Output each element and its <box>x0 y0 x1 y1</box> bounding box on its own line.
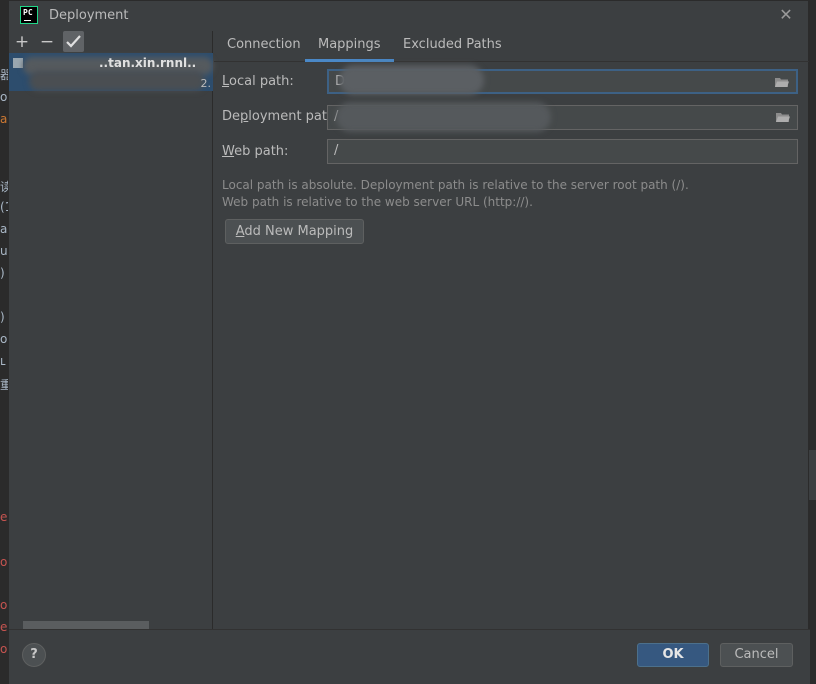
close-icon[interactable]: ✕ <box>776 5 796 25</box>
folder-icon[interactable] <box>775 110 791 124</box>
server-list-panel: + − ..tan.xin.rnnl.. 2. <box>9 31 213 629</box>
deployment-dialog: PC Deployment ✕ + − ..tan.xin.rnnl.. 2. <box>8 0 810 684</box>
background-text: 器 <box>0 68 8 82</box>
window-title: Deployment <box>49 8 129 23</box>
title-bar: PC Deployment ✕ <box>9 1 808 31</box>
web-path-field[interactable]: / <box>327 139 798 164</box>
hint-text-line-2: Web path is relative to the web server U… <box>222 195 533 209</box>
local-path-field[interactable]: D <box>327 65 798 95</box>
background-text: os <box>0 90 8 104</box>
ok-button[interactable]: OK <box>637 643 709 667</box>
checkmark-icon <box>66 35 81 48</box>
server-name: ..tan.xin.rnnl.. <box>99 56 197 70</box>
background-text: ) <box>0 266 5 280</box>
tab-mappings[interactable]: Mappings <box>305 31 394 62</box>
dialog-button-bar: ? OK Cancel <box>9 629 810 684</box>
background-text: (1 <box>0 200 8 214</box>
web-path-value: / <box>334 143 339 158</box>
add-server-icon[interactable]: + <box>12 31 32 53</box>
redacted-area <box>339 65 484 95</box>
background-text: 读 <box>0 180 8 194</box>
background-text: u <box>0 244 8 258</box>
background-text: ou <box>0 332 8 346</box>
cancel-button[interactable]: Cancel <box>720 643 793 667</box>
local-path-label: Local path: <box>222 74 294 89</box>
deployment-path-label: Deployment path: <box>222 109 340 124</box>
tab-bar: Connection Mappings Excluded Paths <box>214 31 809 62</box>
background-text: ar <box>0 112 8 126</box>
deployment-path-field[interactable]: / <box>327 102 798 132</box>
remove-server-icon[interactable]: − <box>37 31 57 53</box>
help-button[interactable]: ? <box>22 643 46 667</box>
horizontal-scrollbar[interactable] <box>23 621 149 629</box>
background-text: or <box>0 598 8 612</box>
background-text: a <box>0 222 8 236</box>
background-editor-right <box>808 450 816 500</box>
background-text: ) <box>0 310 5 324</box>
server-list[interactable]: ..tan.xin.rnnl.. 2. <box>9 53 213 623</box>
web-path-label: Web path: <box>222 144 289 159</box>
server-suffix: 2. <box>200 77 212 90</box>
background-text: e <box>0 510 8 524</box>
hint-text-line-1: Local path is absolute. Deployment path … <box>222 178 689 192</box>
server-icon <box>13 58 23 68</box>
tab-connection[interactable]: Connection <box>214 31 314 62</box>
background-text: or <box>0 555 8 569</box>
background-text: 重 <box>0 378 8 392</box>
redacted-area <box>29 71 205 91</box>
background-editor-left: 器 os ar 读 (1 a u ) ) ou ւ 重 e or or er o… <box>0 0 8 684</box>
pycharm-icon: PC <box>20 6 38 24</box>
add-new-mapping-button[interactable]: Add New Mapping <box>225 219 364 244</box>
set-default-button[interactable] <box>63 31 84 52</box>
background-text: ւ <box>0 354 6 368</box>
folder-icon[interactable] <box>774 75 790 89</box>
tab-excluded-paths[interactable]: Excluded Paths <box>390 31 515 62</box>
background-text: er <box>0 620 8 634</box>
server-list-item[interactable]: ..tan.xin.rnnl.. 2. <box>9 53 213 91</box>
settings-panel: Connection Mappings Excluded Paths Local… <box>214 31 809 629</box>
redacted-area <box>336 102 551 132</box>
server-list-toolbar: + − <box>9 31 213 53</box>
background-text: or <box>0 642 8 656</box>
